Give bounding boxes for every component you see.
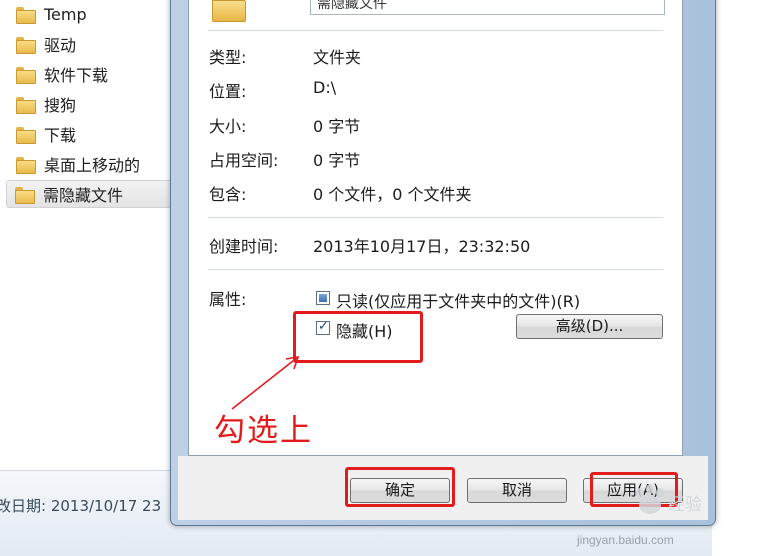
created-value: 2013年10月17日，23:32:50 (313, 237, 531, 256)
folder-icon (16, 6, 36, 24)
type-label: 类型: (209, 48, 247, 67)
folder-item-drivers[interactable]: 驱动 (8, 30, 173, 58)
folder-item-temp[interactable]: Temp (8, 0, 173, 28)
folder-label: 驱动 (44, 36, 77, 55)
cancel-button[interactable]: 取消 (467, 478, 567, 503)
folder-icon (16, 156, 36, 174)
readonly-checkbox[interactable] (316, 291, 330, 305)
size-on-disk-value: 0 字节 (313, 151, 361, 170)
folder-icon (16, 96, 36, 114)
folder-item-downloads[interactable]: 下载 (8, 120, 173, 148)
folder-item-desktop-moved[interactable]: 桌面上移动的 (8, 150, 173, 178)
size-label: 大小: (209, 117, 247, 136)
contains-label: 包含: (209, 185, 247, 204)
folder-label: 搜狗 (44, 96, 77, 115)
attributes-label: 属性: (209, 290, 247, 309)
type-value: 文件夹 (313, 48, 362, 67)
details-modified-date: 改日期: 2013/10/17 23 (0, 497, 162, 515)
folder-icon (16, 126, 36, 144)
separator (208, 269, 663, 270)
annotation-text: 勾选上 (214, 413, 313, 449)
readonly-label[interactable]: 只读(仅应用于文件夹中的文件)(R) (336, 288, 580, 312)
desktop-background (712, 0, 759, 556)
separator (208, 217, 663, 218)
separator (208, 30, 663, 31)
location-label: 位置: (209, 82, 247, 101)
watermark-text: 经验 (668, 495, 702, 515)
watermark-url: jingyan.baidu.com (577, 533, 674, 547)
advanced-button[interactable]: 高级(D)... (516, 314, 663, 339)
contains-value: 0 个文件，0 个文件夹 (313, 185, 472, 204)
folder-name-input[interactable]: 需隐藏文件 (310, 0, 665, 15)
folder-label: Temp (44, 4, 87, 24)
highlight-box-ok (345, 467, 455, 507)
folder-label: 下载 (44, 126, 77, 145)
folder-item-sogou[interactable]: 搜狗 (8, 90, 173, 118)
folder-icon (16, 66, 36, 84)
folder-large-icon (212, 0, 246, 22)
folder-item-hidden-files[interactable]: 需隐藏文件 (6, 180, 176, 208)
folder-icon (16, 36, 36, 54)
size-value: 0 字节 (313, 117, 361, 136)
folder-label: 需隐藏文件 (43, 186, 124, 205)
folder-label: 软件下载 (44, 66, 109, 85)
folder-label: 桌面上移动的 (44, 156, 141, 175)
location-value: D:\ (313, 78, 337, 97)
baidu-watermark-logo: 经验 (636, 484, 702, 515)
folder-item-software-downloads[interactable]: 软件下载 (8, 60, 173, 88)
size-on-disk-label: 占用空间: (209, 151, 279, 170)
folder-icon (15, 186, 35, 204)
created-label: 创建时间: (209, 237, 279, 256)
